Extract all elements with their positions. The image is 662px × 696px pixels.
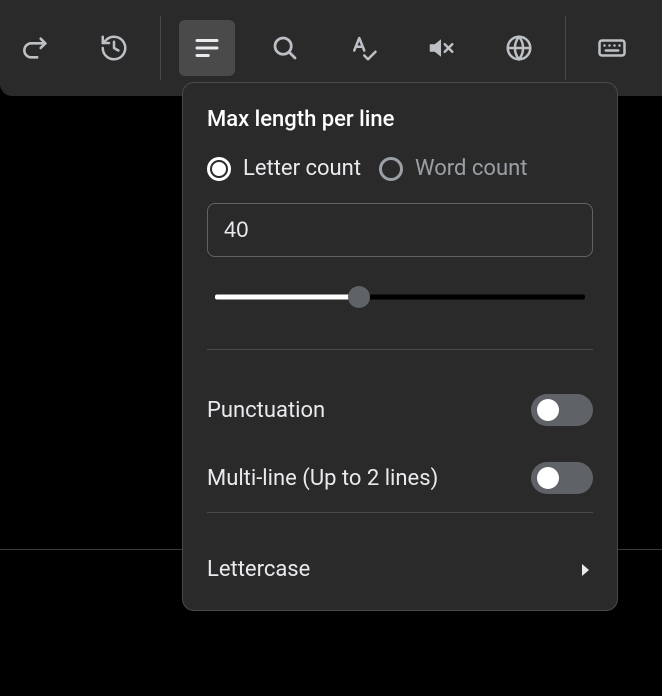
punctuation-toggle[interactable] — [531, 394, 593, 426]
toolbar-divider-2 — [565, 16, 566, 80]
row-label: Lettercase — [207, 557, 310, 582]
count-mode-radio-group: Letter count Word count — [207, 156, 593, 181]
spellcheck-icon — [348, 33, 378, 63]
row-label: Punctuation — [207, 398, 325, 423]
globe-icon — [504, 33, 534, 63]
toggle-knob — [537, 467, 559, 489]
toggle-knob — [537, 399, 559, 421]
max-length-input[interactable] — [207, 203, 593, 257]
volume-mute-icon — [426, 33, 456, 63]
language-button[interactable] — [491, 20, 547, 76]
history-icon — [99, 33, 129, 63]
panel-title: Max length per line — [207, 107, 593, 132]
toolbar-divider — [160, 16, 161, 80]
keyboard-icon — [597, 33, 627, 63]
lettercase-row[interactable]: Lettercase — [207, 539, 593, 600]
panel-divider-2 — [207, 512, 593, 513]
line-length-button[interactable] — [179, 20, 235, 76]
word-count-radio[interactable]: Word count — [379, 156, 527, 181]
radio-icon — [379, 157, 403, 181]
radio-label: Letter count — [243, 156, 361, 181]
row-label: Multi-line (Up to 2 lines) — [207, 466, 438, 491]
search-icon — [270, 33, 300, 63]
redo-icon — [22, 34, 50, 62]
spellcheck-button[interactable] — [335, 20, 391, 76]
chevron-right-icon — [579, 563, 593, 577]
search-button[interactable] — [257, 20, 313, 76]
punctuation-row: Punctuation — [207, 376, 593, 444]
letter-count-radio[interactable]: Letter count — [207, 156, 361, 181]
slider-thumb[interactable] — [348, 286, 370, 308]
lines-icon — [192, 33, 222, 63]
mute-button[interactable] — [413, 20, 469, 76]
radio-icon — [207, 157, 231, 181]
panel-divider — [207, 349, 593, 350]
history-button[interactable] — [86, 20, 142, 76]
redo-button[interactable] — [8, 20, 64, 76]
max-length-slider[interactable] — [215, 285, 585, 309]
multiline-row: Multi-line (Up to 2 lines) — [207, 444, 593, 512]
keyboard-button[interactable] — [584, 20, 640, 76]
line-length-panel: Max length per line Letter count Word co… — [182, 82, 618, 611]
slider-fill — [215, 295, 359, 300]
multiline-toggle[interactable] — [531, 462, 593, 494]
radio-label: Word count — [415, 156, 527, 181]
